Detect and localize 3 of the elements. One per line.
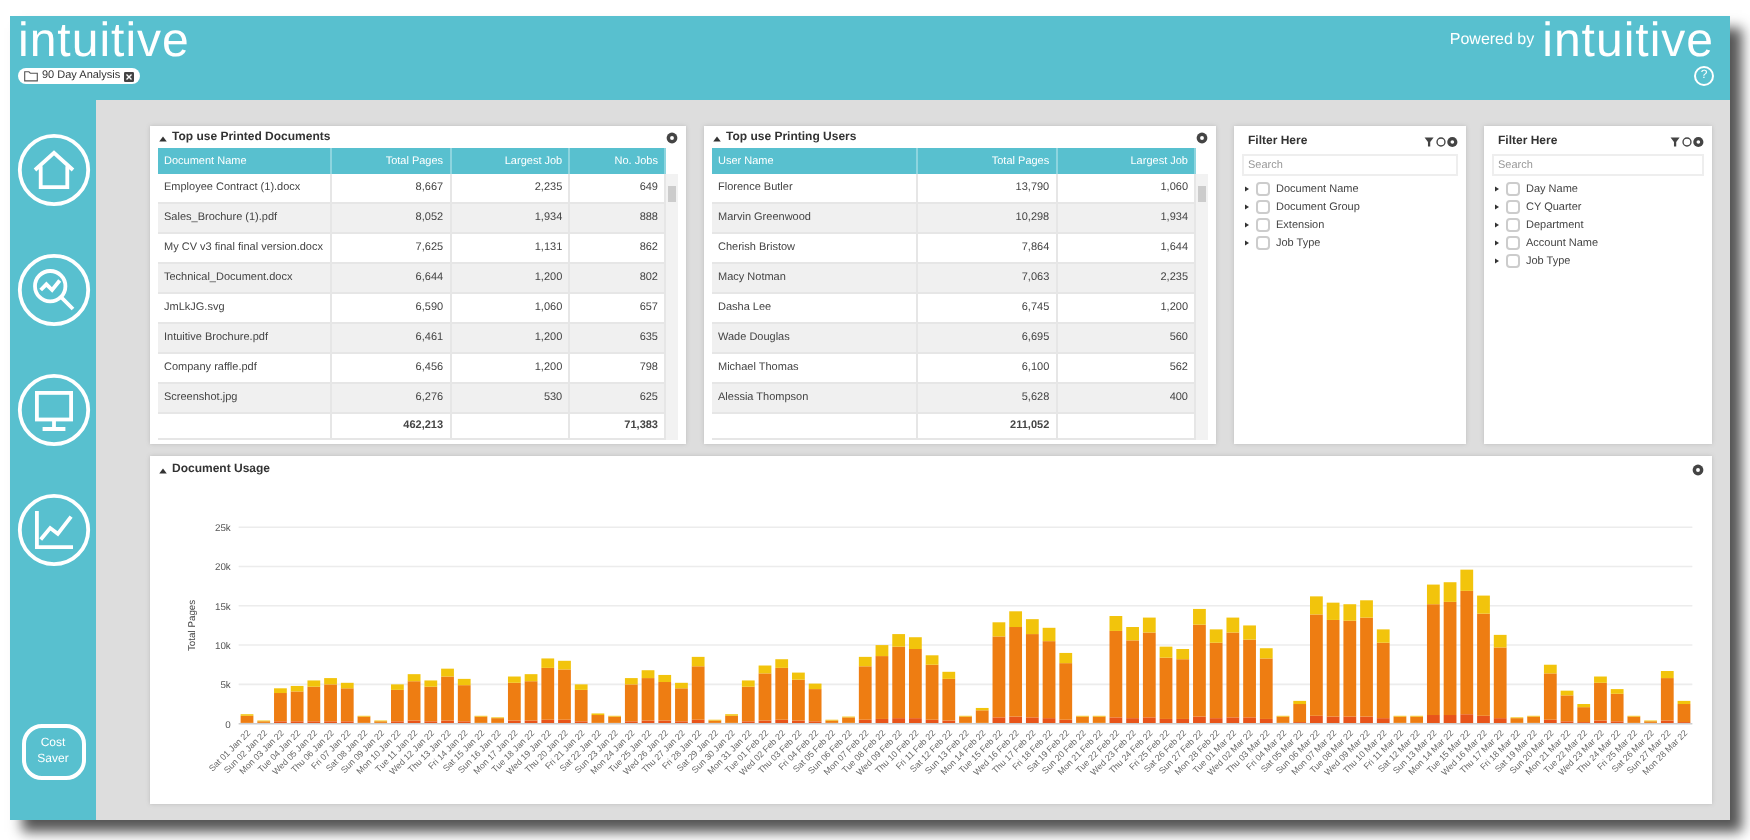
- logo-text: intuitive: [18, 16, 190, 68]
- brand-logo-text: intuitive: [1542, 16, 1714, 68]
- powered-by-text: Powered by: [1449, 30, 1535, 48]
